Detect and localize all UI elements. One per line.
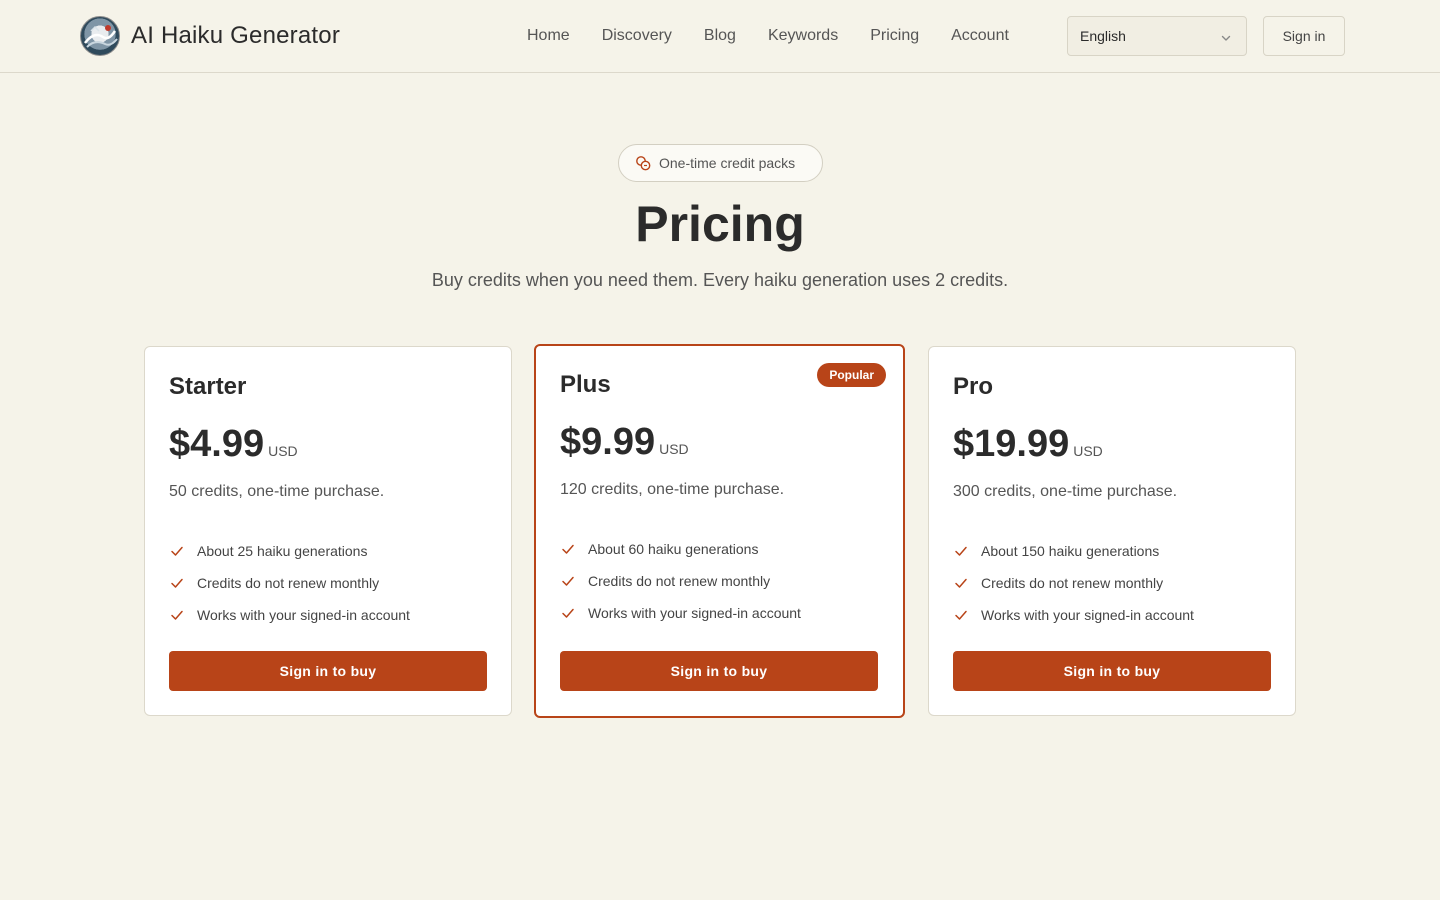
coins-icon xyxy=(635,155,651,171)
feature-item: Credits do not renew monthly xyxy=(169,567,410,599)
buy-starter-button[interactable]: Sign in to buy xyxy=(169,651,487,691)
chevron-down-icon xyxy=(1220,31,1232,47)
site-header: AI Haiku Generator Home Discovery Blog K… xyxy=(0,0,1440,73)
feature-list: About 150 haiku generations Credits do n… xyxy=(953,535,1194,631)
page-title: Pricing xyxy=(635,196,805,252)
price-row: $9.99 USD xyxy=(560,421,689,464)
feature-text: About 60 haiku generations xyxy=(588,541,759,557)
feature-text: About 150 haiku generations xyxy=(981,543,1160,559)
plan-description: 50 credits, one-time purchase. xyxy=(169,483,385,500)
feature-text: About 25 haiku generations xyxy=(197,543,368,559)
plan-name: Starter xyxy=(169,373,247,400)
nav-keywords[interactable]: Keywords xyxy=(768,24,838,48)
feature-text: Credits do not renew monthly xyxy=(588,573,771,589)
check-icon xyxy=(953,543,969,559)
credit-packs-pill: One-time credit packs xyxy=(618,144,823,182)
price-row: $4.99 USD xyxy=(169,423,298,466)
plan-card-plus: Popular Plus $9.99 USD 120 credits, one-… xyxy=(534,344,905,718)
popular-badge: Popular xyxy=(817,363,886,387)
feature-item: Works with your signed-in account xyxy=(169,599,410,631)
check-icon xyxy=(560,541,576,557)
feature-list: About 25 haiku generations Credits do no… xyxy=(169,535,410,631)
check-icon xyxy=(560,573,576,589)
plan-currency: USD xyxy=(1073,443,1103,459)
feature-item: About 150 haiku generations xyxy=(953,535,1194,567)
feature-item: About 25 haiku generations xyxy=(169,535,410,567)
wave-logo-icon xyxy=(80,16,120,56)
plan-currency: USD xyxy=(659,441,689,457)
feature-item: Credits do not renew monthly xyxy=(953,567,1194,599)
check-icon xyxy=(953,607,969,623)
feature-item: Works with your signed-in account xyxy=(560,597,801,629)
plan-price: $9.99 xyxy=(560,421,656,463)
nav-blog[interactable]: Blog xyxy=(704,24,736,48)
nav-home[interactable]: Home xyxy=(527,24,570,48)
feature-text: Credits do not renew monthly xyxy=(981,575,1164,591)
buy-plus-button[interactable]: Sign in to buy xyxy=(560,651,878,691)
check-icon xyxy=(169,607,185,623)
plan-description: 300 credits, one-time purchase. xyxy=(953,483,1178,500)
pill-label: One-time credit packs xyxy=(659,155,796,171)
language-select[interactable]: English xyxy=(1067,16,1247,56)
nav-discovery[interactable]: Discovery xyxy=(602,24,672,48)
buy-pro-button[interactable]: Sign in to buy xyxy=(953,651,1271,691)
language-select-value: English xyxy=(1080,28,1126,44)
nav-account[interactable]: Account xyxy=(951,24,1009,48)
plan-price: $4.99 xyxy=(169,423,265,465)
feature-item: Credits do not renew monthly xyxy=(560,565,801,597)
brand[interactable]: AI Haiku Generator xyxy=(80,16,340,56)
feature-text: Works with your signed-in account xyxy=(981,607,1194,623)
brand-name: AI Haiku Generator xyxy=(131,22,341,49)
check-icon xyxy=(560,605,576,621)
feature-text: Credits do not renew monthly xyxy=(197,575,380,591)
plan-currency: USD xyxy=(268,443,298,459)
feature-item: About 60 haiku generations xyxy=(560,533,801,565)
feature-item: Works with your signed-in account xyxy=(953,599,1194,631)
feature-text: Works with your signed-in account xyxy=(588,605,801,621)
plan-card-pro: Pro $19.99 USD 300 credits, one-time pur… xyxy=(928,346,1296,716)
page-subtitle: Buy credits when you need them. Every ha… xyxy=(431,270,1009,290)
feature-text: Works with your signed-in account xyxy=(197,607,410,623)
feature-list: About 60 haiku generations Credits do no… xyxy=(560,533,801,629)
plan-description: 120 credits, one-time purchase. xyxy=(560,481,785,498)
check-icon xyxy=(953,575,969,591)
price-row: $19.99 USD xyxy=(953,423,1103,466)
check-icon xyxy=(169,543,185,559)
sign-in-button[interactable]: Sign in xyxy=(1263,16,1345,56)
plan-name: Plus xyxy=(560,371,611,398)
plan-name: Pro xyxy=(953,373,994,400)
nav-pricing[interactable]: Pricing xyxy=(870,24,919,48)
check-icon xyxy=(169,575,185,591)
plan-price: $19.99 xyxy=(953,423,1070,465)
main-nav: Home Discovery Blog Keywords Pricing Acc… xyxy=(527,24,1041,48)
plan-card-starter: Starter $4.99 USD 50 credits, one-time p… xyxy=(144,346,512,716)
